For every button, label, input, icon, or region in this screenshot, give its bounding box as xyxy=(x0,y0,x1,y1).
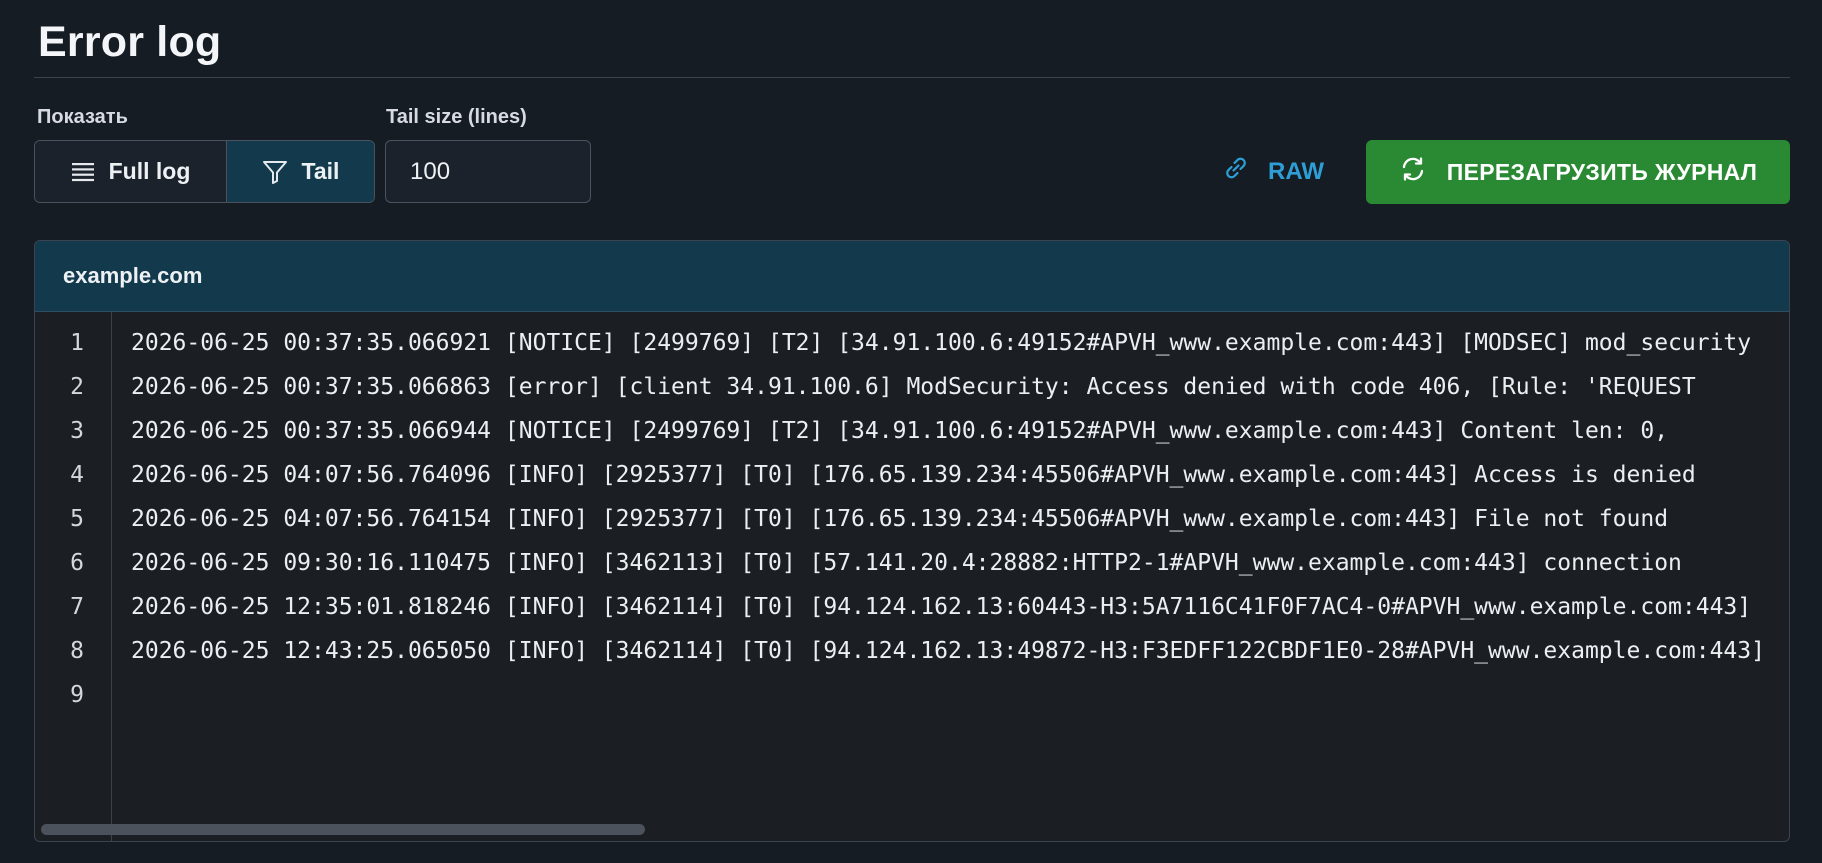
tail-size-input[interactable] xyxy=(385,140,591,203)
log-line: 2026-06-25 12:43:25.065050 [INFO] [34621… xyxy=(131,638,1765,664)
link-icon xyxy=(1222,154,1250,189)
line-number-gutter: 1 2 3 4 5 6 7 8 9 xyxy=(35,312,112,841)
log-line: 2026-06-25 00:37:35.066944 [NOTICE] [249… xyxy=(131,418,1669,444)
error-log-page: Error log Показать Tail size (lines) Ful… xyxy=(0,0,1822,863)
full-log-button[interactable]: Full log xyxy=(35,141,227,202)
log-content: 2026-06-25 00:37:35.066921 [NOTICE] [249… xyxy=(112,312,1789,841)
filter-icon xyxy=(262,159,288,185)
horizontal-scrollbar[interactable] xyxy=(41,824,645,835)
log-line: 2026-06-25 00:37:35.066863 [error] [clie… xyxy=(131,374,1696,400)
log-line: 2026-06-25 04:07:56.764154 [INFO] [29253… xyxy=(131,506,1669,532)
line-number: 3 xyxy=(70,418,84,444)
line-number: 9 xyxy=(70,682,84,708)
log-panel: example.com 1 2 3 4 5 6 7 8 9 2026-06-25… xyxy=(34,240,1790,842)
reload-log-label: ПЕРЕЗАГРУЗИТЬ ЖУРНАЛ xyxy=(1446,158,1758,185)
log-viewer[interactable]: 1 2 3 4 5 6 7 8 9 2026-06-25 00:37:35.06… xyxy=(35,312,1789,841)
full-log-label: Full log xyxy=(108,158,191,184)
tail-label: Tail xyxy=(301,158,340,184)
show-mode-label: Показать xyxy=(37,106,128,128)
title-divider xyxy=(34,77,1790,78)
line-number: 4 xyxy=(70,462,84,488)
view-mode-toggle: Full log Tail xyxy=(34,140,375,203)
log-line: 2026-06-25 12:35:01.818246 [INFO] [34621… xyxy=(131,594,1752,620)
reload-log-button[interactable]: ПЕРЕЗАГРУЗИТЬ ЖУРНАЛ xyxy=(1366,140,1790,204)
list-icon xyxy=(71,161,95,183)
log-line: 2026-06-25 04:07:56.764096 [INFO] [29253… xyxy=(131,462,1696,488)
line-number: 6 xyxy=(70,550,84,576)
tail-size-label: Tail size (lines) xyxy=(386,106,527,128)
line-number: 7 xyxy=(70,594,84,620)
raw-link[interactable]: RAW xyxy=(1222,140,1324,203)
refresh-icon xyxy=(1399,155,1427,189)
line-number: 8 xyxy=(70,638,84,664)
tail-button[interactable]: Tail xyxy=(227,141,374,202)
line-number: 2 xyxy=(70,374,84,400)
log-line: 2026-06-25 09:30:16.110475 [INFO] [34621… xyxy=(131,550,1682,576)
page-title: Error log xyxy=(38,18,222,66)
line-number: 1 xyxy=(70,330,84,356)
log-line: 2026-06-25 00:37:35.066921 [NOTICE] [249… xyxy=(131,330,1752,356)
line-number: 5 xyxy=(70,506,84,532)
raw-label: RAW xyxy=(1268,157,1324,185)
log-host-name: example.com xyxy=(63,263,203,288)
log-panel-header: example.com xyxy=(35,241,1789,312)
